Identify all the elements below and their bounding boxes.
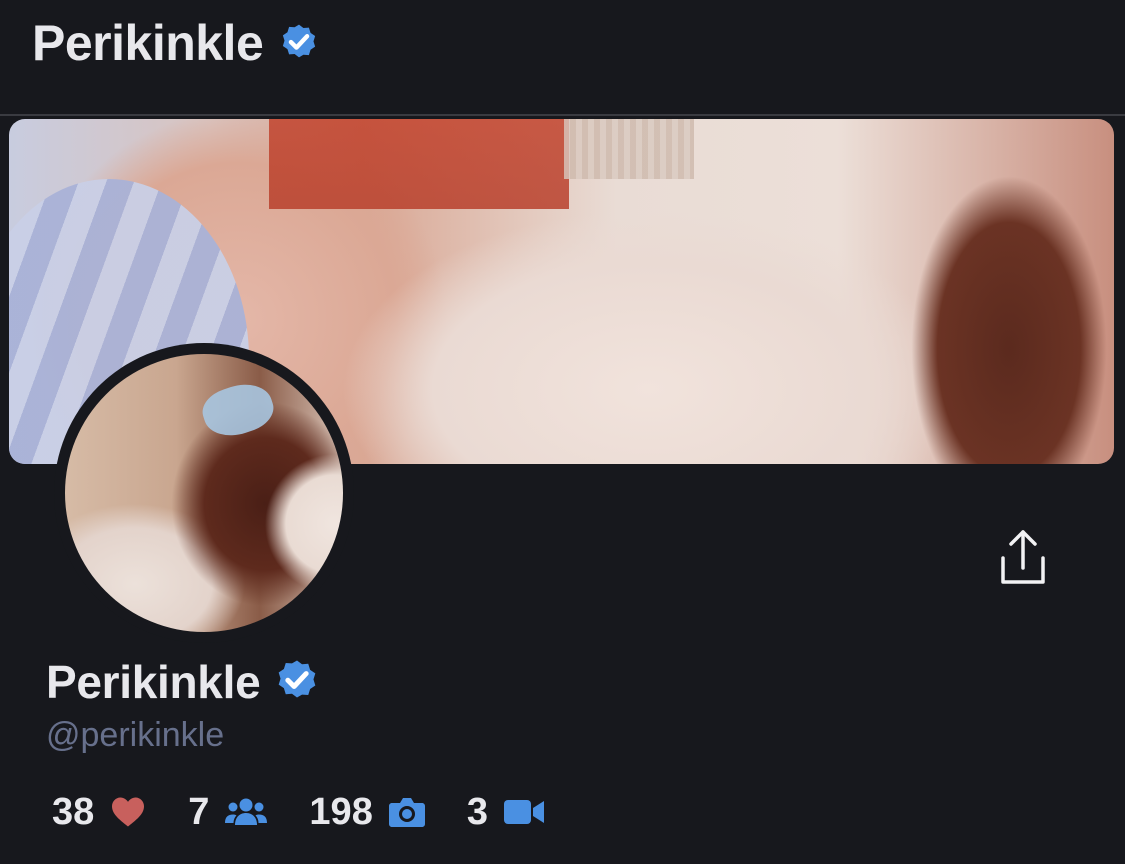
- verified-badge-icon: [272, 654, 322, 709]
- users-icon: [225, 798, 268, 825]
- profile-handle: @perikinkle: [46, 716, 225, 754]
- stat-fans-value: 7: [188, 790, 210, 833]
- share-upload-icon: [1001, 530, 1045, 584]
- stat-photos[interactable]: 198: [309, 790, 425, 834]
- profile-name: Perikinkle: [46, 655, 261, 708]
- profile-name-row: Perikinkle: [46, 654, 322, 709]
- avatar[interactable]: [65, 354, 343, 632]
- share-button[interactable]: [998, 528, 1048, 588]
- avatar-bow: [197, 376, 279, 444]
- stat-fans[interactable]: 7: [188, 790, 268, 834]
- camera-icon: [388, 798, 425, 827]
- stat-photos-value: 198: [309, 790, 373, 833]
- video-icon: [503, 800, 544, 824]
- top-header: Perikinkle: [0, 0, 1125, 116]
- heart-icon: [112, 797, 145, 827]
- stat-likes[interactable]: 38: [52, 791, 146, 834]
- cover-lace: [564, 119, 694, 179]
- stat-videos[interactable]: 3: [467, 791, 544, 834]
- header-title: Perikinkle: [32, 15, 264, 71]
- stats-bar: 38 7 198 3: [52, 790, 586, 834]
- stat-videos-value: 3: [466, 790, 488, 833]
- header-title-row: Perikinkle: [32, 14, 321, 72]
- cover-background: [269, 119, 569, 209]
- profile-page: Perikinkle Perikinkle @perikinkle 38 7 1…: [0, 0, 1125, 864]
- verified-badge-icon: [277, 19, 321, 68]
- stat-likes-value: 38: [52, 790, 95, 833]
